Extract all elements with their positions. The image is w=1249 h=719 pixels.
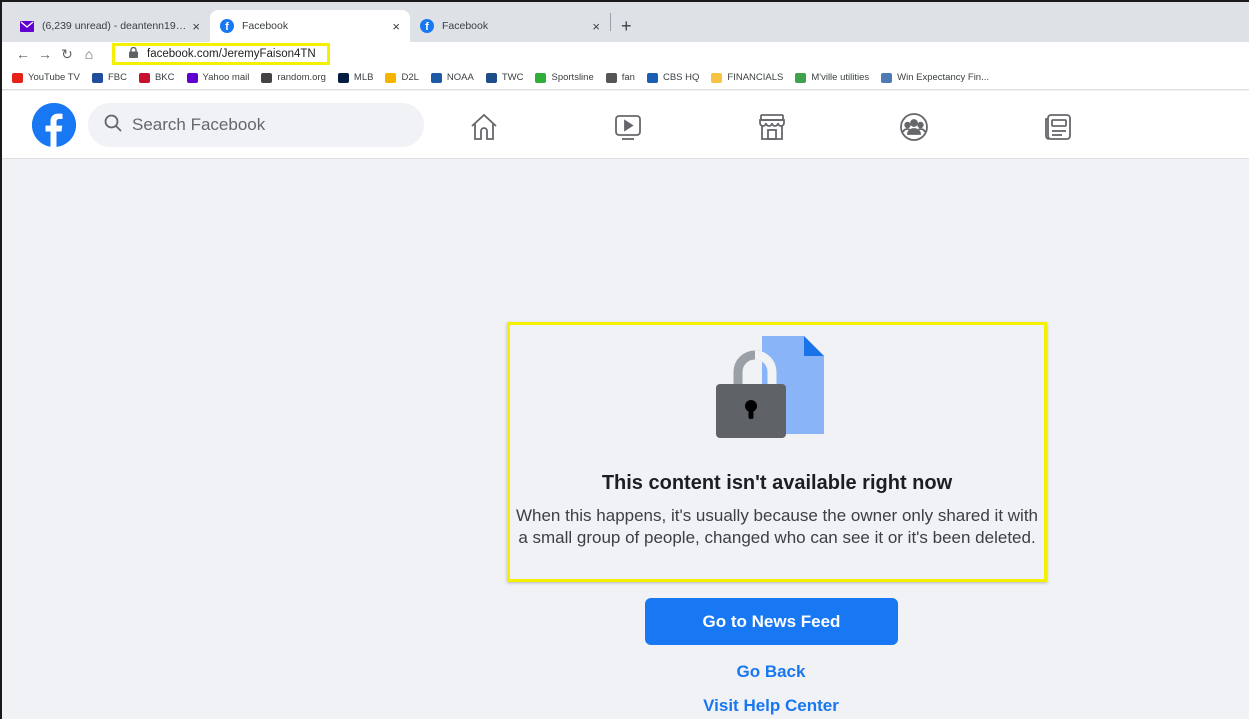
- bookmarks-bar: YouTube TV FBC BKC Yahoo mail random.org MLB D…: [2, 66, 1249, 90]
- bookmark-item[interactable]: BKC: [138, 72, 175, 83]
- tab-facebook[interactable]: f Facebook ×: [410, 10, 610, 42]
- bookmark-label: random.org: [277, 72, 326, 83]
- bookmark-favicon-icon: [91, 72, 103, 83]
- bookmark-item[interactable]: D2L: [385, 72, 419, 83]
- bookmark-label: M'ville utilities: [811, 72, 870, 83]
- home-button-icon[interactable]: ⌂: [78, 46, 100, 62]
- search-input[interactable]: Search Facebook: [88, 103, 424, 147]
- lock-icon: [129, 46, 141, 61]
- bookmark-favicon-icon: [261, 72, 273, 83]
- reload-icon[interactable]: ↻: [56, 46, 78, 63]
- tab-label: Facebook: [442, 20, 489, 32]
- bookmark-label: Win Expectancy Fin...: [897, 72, 990, 83]
- bookmark-favicon-icon: [485, 72, 497, 83]
- tab-yahoo-mail[interactable]: (6,239 unread) - deantenn1969@ ×: [10, 10, 210, 42]
- tab-label: (6,239 unread) - deantenn1969@: [42, 20, 187, 32]
- bookmark-item[interactable]: FBC: [91, 72, 127, 83]
- bookmark-favicon-icon: [186, 72, 198, 83]
- bookmark-favicon-icon: [881, 72, 893, 83]
- new-tab-button[interactable]: +: [611, 10, 642, 42]
- bookmark-item[interactable]: fan: [605, 72, 635, 83]
- url-text: facebook.com/JeremyFaison4TN: [147, 48, 316, 60]
- bookmark-favicon-icon: [12, 72, 23, 83]
- bookmark-item[interactable]: Win Expectancy Fin...: [881, 72, 989, 83]
- visit-help-center-link[interactable]: Visit Help Center: [621, 696, 921, 716]
- bookmark-label: BKC: [154, 72, 175, 83]
- close-icon[interactable]: ×: [192, 19, 200, 34]
- go-to-news-feed-button[interactable]: Go to News Feed: [645, 598, 898, 645]
- bookmark-label: NOAA: [446, 72, 474, 83]
- bookmark-favicon-icon: [711, 72, 723, 83]
- marketplace-icon[interactable]: [756, 111, 788, 143]
- bookmark-favicon-icon: [138, 72, 150, 83]
- bookmark-item[interactable]: M'ville utilities: [795, 72, 869, 83]
- bookmark-label: Yahoo mail: [202, 72, 250, 83]
- bookmark-item[interactable]: YouTube TV: [12, 72, 80, 83]
- bookmark-label: fan: [621, 72, 635, 83]
- bookmark-item[interactable]: CBS HQ: [646, 72, 700, 83]
- close-icon[interactable]: ×: [592, 19, 600, 34]
- news-icon[interactable]: [1042, 111, 1074, 143]
- bookmark-favicon-icon: [535, 72, 547, 83]
- bookmark-favicon-icon: [795, 72, 807, 83]
- bookmark-item[interactable]: TWC: [485, 72, 524, 83]
- bookmark-item[interactable]: Yahoo mail: [186, 72, 250, 83]
- address-bar[interactable]: facebook.com/JeremyFaison4TN: [112, 43, 330, 65]
- bookmark-favicon-icon: [337, 72, 349, 83]
- bookmark-item[interactable]: FINANCIALS: [711, 72, 783, 83]
- bookmark-label: FINANCIALS: [727, 72, 784, 83]
- browser-toolbar: ← → ↻ ⌂ facebook.com/JeremyFaison4TN: [2, 42, 1249, 66]
- bookmark-label: CBS HQ: [662, 72, 700, 83]
- close-icon[interactable]: ×: [392, 19, 400, 34]
- groups-icon[interactable]: [898, 111, 930, 143]
- facebook-icon: f: [420, 19, 434, 33]
- search-icon: [104, 114, 122, 137]
- bookmark-label: MLB: [353, 72, 374, 83]
- bookmark-label: FBC: [107, 72, 127, 83]
- forward-arrow-icon[interactable]: →: [34, 46, 56, 62]
- bookmark-item[interactable]: NOAA: [430, 72, 474, 83]
- watch-icon[interactable]: [612, 111, 644, 143]
- facebook-icon: f: [220, 19, 234, 33]
- browser-window: (6,239 unread) - deantenn1969@ × f Faceb…: [0, 0, 1249, 719]
- search-placeholder: Search Facebook: [132, 115, 266, 134]
- bookmark-item[interactable]: MLB: [337, 72, 374, 83]
- bookmark-item[interactable]: Sportsline: [535, 72, 594, 83]
- bookmark-favicon-icon: [646, 72, 658, 83]
- locked-file-icon: [716, 332, 826, 442]
- go-back-link[interactable]: Go Back: [621, 662, 921, 682]
- mail-icon: [20, 19, 34, 33]
- error-description: When this happens, it's usually because …: [515, 506, 1039, 547]
- home-icon[interactable]: [468, 111, 500, 143]
- bookmark-label: TWC: [501, 72, 524, 83]
- error-title: This content isn't available right now: [601, 472, 953, 494]
- bookmark-favicon-icon: [605, 72, 617, 83]
- tab-strip: (6,239 unread) - deantenn1969@ × f Faceb…: [2, 2, 1249, 42]
- bookmark-label: Sportsline: [551, 72, 594, 83]
- bookmark-item[interactable]: random.org: [261, 72, 326, 83]
- tab-facebook-active[interactable]: f Facebook ×: [210, 10, 410, 42]
- bookmark-favicon-icon: [430, 72, 442, 83]
- facebook-logo-icon[interactable]: [32, 103, 76, 147]
- bookmark-favicon-icon: [385, 72, 397, 83]
- back-arrow-icon[interactable]: ←: [12, 46, 34, 62]
- tab-label: Facebook: [242, 20, 289, 32]
- bookmark-label: D2L: [401, 72, 419, 83]
- facebook-header: Search Facebook: [2, 91, 1249, 159]
- bookmark-label: YouTube TV: [28, 72, 80, 83]
